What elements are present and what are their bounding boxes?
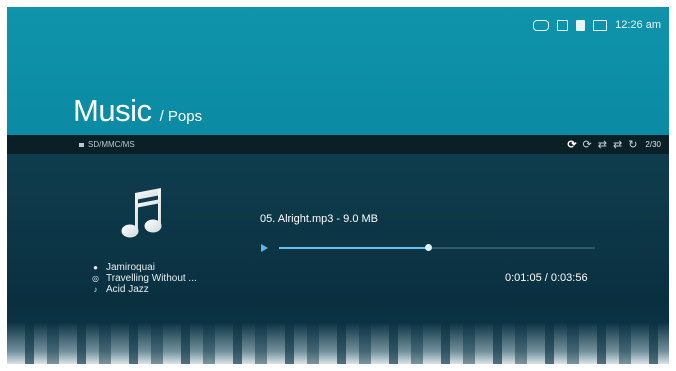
title-text: Music — [73, 93, 152, 128]
source-label: SD/MMC/MS — [88, 140, 135, 149]
playlist-position: 2/30 — [645, 140, 661, 149]
genre-name: Acid Jazz — [106, 284, 149, 295]
genre-row: ♪ Acid Jazz — [91, 284, 197, 295]
track-info: ● Jamiroquai ◎ Travelling Without ... ♪ … — [91, 262, 197, 295]
card-icon — [557, 19, 569, 31]
battery-icon — [593, 19, 608, 31]
album-name: Travelling Without ... — [106, 273, 197, 284]
person-icon: ● — [93, 263, 98, 272]
reflection-decoration — [7, 322, 669, 364]
play-mode-group: ⟳ ⟳ ⇄ ⇄ ↻ 2/30 — [567, 138, 661, 151]
repeat-one-icon[interactable]: ⟳ — [583, 138, 592, 151]
page-title: Music / Pops — [73, 93, 202, 129]
artist-name: Jamiroquai — [106, 262, 155, 273]
repeat-off-icon[interactable]: ↻ — [628, 138, 637, 151]
music-note-icon — [121, 188, 162, 238]
memory-card-icon — [79, 142, 84, 147]
shuffle-repeat-icon[interactable]: ⇄ — [613, 138, 622, 151]
album-row: ◎ Travelling Without ... — [91, 273, 197, 284]
source-indicator: SD/MMC/MS — [79, 140, 135, 149]
playback-time: 0:01:05 / 0:03:56 — [505, 272, 588, 284]
header: 12:26 am Music / Pops — [7, 7, 669, 135]
subtitle-text: / Pops — [159, 108, 203, 125]
status-bar: 12:26 am — [533, 19, 661, 31]
artist-row: ● Jamiroquai — [91, 262, 197, 273]
track-title: 05. Alright.mp3 - 9.0 MB — [260, 213, 378, 225]
note-icon: ♪ — [93, 285, 98, 294]
usb-icon — [533, 19, 550, 31]
source-bar: SD/MMC/MS ⟳ ⟳ ⇄ ⇄ ↻ 2/30 — [7, 135, 669, 154]
media-player-screen: 12:26 am Music / Pops SD/MMC/MS ⟳ ⟳ ⇄ ⇄ … — [7, 7, 669, 364]
progress-knob[interactable] — [424, 244, 432, 251]
storage-icon — [576, 19, 586, 31]
progress-bar[interactable] — [279, 244, 595, 251]
clock: 12:26 am — [615, 19, 661, 31]
progress-fill — [279, 247, 428, 249]
now-playing-panel: ● Jamiroquai ◎ Travelling Without ... ♪ … — [7, 154, 669, 364]
repeat-all-icon[interactable]: ⟳ — [567, 138, 576, 151]
disc-icon: ◎ — [92, 274, 99, 283]
play-icon[interactable] — [261, 244, 268, 252]
shuffle-icon[interactable]: ⇄ — [598, 138, 607, 151]
